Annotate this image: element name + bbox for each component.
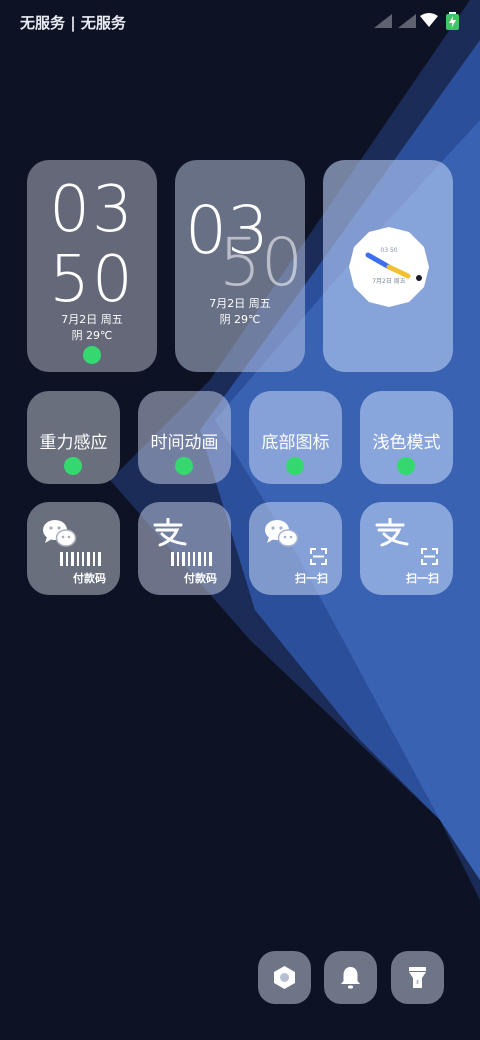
signal-icon: [398, 14, 416, 28]
shortcut-label: 付款码: [184, 572, 217, 585]
settings-button[interactable]: [258, 951, 311, 1004]
settings-hexagon-icon: [274, 966, 295, 989]
alipay-scan-shortcut[interactable]: 扫一扫: [360, 502, 453, 595]
toggle-on-indicator: [397, 457, 415, 475]
notifications-button[interactable]: [324, 951, 377, 1004]
time-animation-toggle[interactable]: 时间动画: [138, 391, 231, 484]
wechat-pay-code-shortcut[interactable]: 付款码: [27, 502, 120, 595]
gravity-sensing-toggle[interactable]: 重力感应: [27, 391, 120, 484]
analog-clock-widget[interactable]: 03 50 7月2日 周五: [323, 160, 453, 372]
shortcut-label: 扫一扫: [295, 572, 328, 585]
scan-icon: [421, 548, 438, 565]
clock-minute: 50: [49, 243, 135, 317]
digital-clock-widget[interactable]: 03 50 7月2日 周五 阴 29℃: [27, 160, 157, 372]
flashlight-button[interactable]: [391, 951, 444, 1004]
signal-icon: [374, 14, 392, 28]
alipay-icon: [375, 518, 409, 547]
bottom-icons-toggle[interactable]: 底部图标: [249, 391, 342, 484]
clock-minute: 50: [219, 224, 303, 301]
toggle-on-indicator: [286, 457, 304, 475]
feature-label: 浅色模式: [372, 433, 441, 453]
status-dot: [83, 346, 101, 364]
clock-hour: 03: [49, 173, 135, 247]
overlap-clock-widget[interactable]: 03 50 7月2日 周五 阴 29℃: [175, 160, 305, 372]
light-mode-toggle[interactable]: 浅色模式: [360, 391, 453, 484]
barcode-icon: [60, 552, 101, 566]
bell-icon: [341, 967, 360, 989]
analog-clock-face: 03 50 7月2日 周五: [348, 226, 430, 308]
clock-face-icon: [349, 227, 429, 307]
wechat-icon: [43, 520, 77, 547]
toggle-on-indicator: [64, 457, 82, 475]
clock-date: 7月2日 周五: [209, 297, 271, 310]
shortcut-label: 扫一扫: [406, 572, 439, 585]
scan-icon: [310, 548, 327, 565]
clock-weather: 阴 29℃: [71, 329, 113, 342]
feature-label: 底部图标: [261, 433, 330, 453]
wifi-icon: [420, 13, 438, 27]
wechat-icon: [265, 520, 299, 547]
barcode-icon: [171, 552, 212, 566]
toggle-on-indicator: [175, 457, 193, 475]
flashlight-icon: [409, 967, 426, 988]
status-bar: 无服务 | 无服务: [0, 0, 480, 44]
alipay-pay-code-shortcut[interactable]: 付款码: [138, 502, 231, 595]
analog-time: 03 50: [380, 247, 398, 254]
carrier-label: 无服务 | 无服务: [20, 14, 126, 32]
battery-charging-icon: [446, 12, 459, 30]
clock-weather: 阴 29℃: [219, 313, 261, 326]
clock-date: 7月2日 周五: [61, 313, 123, 326]
analog-date: 7月2日 周五: [372, 278, 406, 285]
wechat-scan-shortcut[interactable]: 扫一扫: [249, 502, 342, 595]
shortcut-label: 付款码: [73, 572, 106, 585]
alipay-icon: [153, 518, 187, 547]
feature-label: 重力感应: [39, 433, 108, 453]
feature-label: 时间动画: [150, 433, 219, 453]
